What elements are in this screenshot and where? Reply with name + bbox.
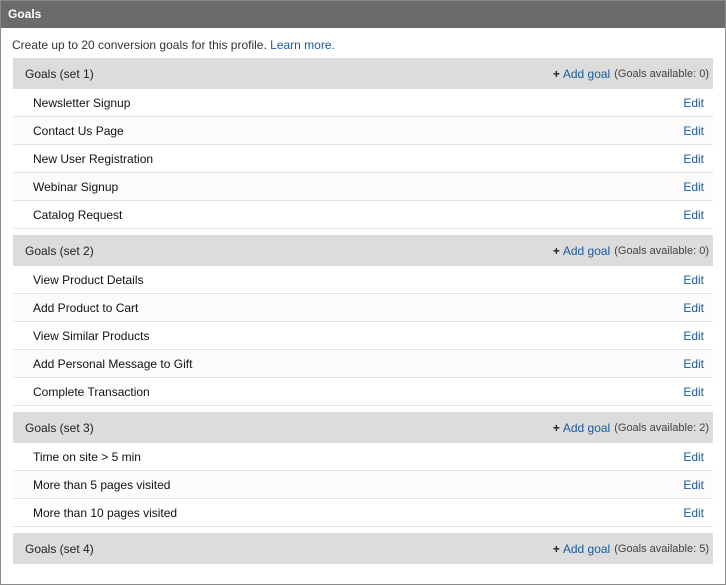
goal-row: View Product Details Edit: [13, 266, 713, 294]
goal-name: Catalog Request: [33, 207, 123, 222]
goal-row: Time on site > 5 min Edit: [13, 443, 713, 471]
goals-available-count: (Goals available: 0): [614, 67, 709, 80]
learn-more-link[interactable]: Learn more.: [270, 38, 335, 52]
goal-name: Contact Us Page: [33, 123, 124, 138]
goal-set-title: Goals (set 3): [25, 420, 94, 435]
add-goal-link[interactable]: Add goal: [563, 542, 610, 556]
plus-icon: +: [552, 420, 560, 435]
goal-row: New User Registration Edit: [13, 145, 713, 173]
add-goal-area: + Add goal (Goals available: 5): [553, 542, 709, 556]
edit-goal-link[interactable]: Edit: [683, 152, 704, 166]
edit-goal-link[interactable]: Edit: [683, 450, 704, 464]
edit-goal-link[interactable]: Edit: [683, 357, 704, 371]
goal-sets: Goals (set 1) + Add goal (Goals available: …: [1, 58, 725, 564]
goal-row: Complete Transaction Edit: [13, 378, 713, 406]
goal-set-header: Goals (set 3) + Add goal (Goals available: …: [13, 412, 713, 443]
intro-text: Create up to 20 conversion goals for thi…: [1, 28, 725, 58]
goal-set-header: Goals (set 1) + Add goal (Goals available: …: [13, 58, 713, 89]
goal-set: Goals (set 4) + Add goal (Goals available: …: [13, 533, 713, 564]
goal-set-title: Goals (set 4): [25, 541, 94, 556]
edit-goal-link[interactable]: Edit: [683, 180, 704, 194]
goal-name: Time on site > 5 min: [33, 449, 141, 464]
plus-icon: +: [552, 66, 560, 81]
goal-name: More than 10 pages visited: [33, 505, 178, 520]
goal-row: View Similar Products Edit: [13, 322, 713, 350]
goal-row: More than 5 pages visited Edit: [13, 471, 713, 499]
edit-goal-link[interactable]: Edit: [683, 124, 704, 138]
goal-row: Catalog Request Edit: [13, 201, 713, 229]
goal-name: View Product Details: [33, 272, 144, 287]
goal-set: Goals (set 1) + Add goal (Goals available: …: [13, 58, 713, 229]
goal-name: Add Product to Cart: [33, 300, 139, 315]
goal-name: View Similar Products: [33, 328, 150, 343]
goal-list: Newsletter Signup Edit Contact Us Page Edit…: [13, 89, 713, 229]
goal-set-header: Goals (set 4) + Add goal (Goals available: …: [13, 533, 713, 564]
goal-name: Add Personal Message to Gift: [33, 356, 193, 371]
goal-name: Complete Transaction: [33, 384, 150, 399]
plus-icon: +: [552, 541, 560, 556]
goals-available-count: (Goals available: 2): [614, 421, 709, 434]
add-goal-link[interactable]: Add goal: [563, 421, 610, 435]
edit-goal-link[interactable]: Edit: [683, 385, 704, 399]
add-goal-link[interactable]: Add goal: [563, 244, 610, 258]
edit-goal-link[interactable]: Edit: [683, 506, 704, 520]
add-goal-area: + Add goal (Goals available: 2): [553, 421, 709, 435]
goal-row: More than 10 pages visited Edit: [13, 499, 713, 527]
goal-list: Time on site > 5 min Edit More than 5 page…: [13, 443, 713, 527]
edit-goal-link[interactable]: Edit: [683, 329, 704, 343]
add-goal-link[interactable]: Add goal: [563, 67, 610, 81]
edit-goal-link[interactable]: Edit: [683, 208, 704, 222]
goal-set: Goals (set 2) + Add goal (Goals available: …: [13, 235, 713, 406]
add-goal-area: + Add goal (Goals available: 0): [553, 244, 709, 258]
goal-name: New User Registration: [33, 151, 154, 166]
goals-available-count: (Goals available: 5): [614, 542, 709, 555]
goal-set-header: Goals (set 2) + Add goal (Goals available: …: [13, 235, 713, 266]
goal-set-title: Goals (set 2): [25, 243, 94, 258]
edit-goal-link[interactable]: Edit: [683, 301, 704, 315]
goal-list: View Product Details Edit Add Product to C…: [13, 266, 713, 406]
edit-goal-link[interactable]: Edit: [683, 273, 704, 287]
goal-name: Webinar Signup: [33, 179, 119, 194]
panel-title: Goals: [1, 1, 725, 28]
edit-goal-link[interactable]: Edit: [683, 96, 704, 110]
goal-set: Goals (set 3) + Add goal (Goals available: …: [13, 412, 713, 527]
goal-set-title: Goals (set 1): [25, 66, 94, 81]
intro-description: Create up to 20 conversion goals for thi…: [12, 38, 267, 52]
goal-row: Newsletter Signup Edit: [13, 89, 713, 117]
goal-row: Add Personal Message to Gift Edit: [13, 350, 713, 378]
goal-row: Contact Us Page Edit: [13, 117, 713, 145]
add-goal-area: + Add goal (Goals available: 0): [553, 67, 709, 81]
plus-icon: +: [552, 243, 560, 258]
goal-row: Webinar Signup Edit: [13, 173, 713, 201]
goal-name: More than 5 pages visited: [33, 477, 171, 492]
goal-row: Add Product to Cart Edit: [13, 294, 713, 322]
goal-name: Newsletter Signup: [33, 95, 131, 110]
goals-available-count: (Goals available: 0): [614, 244, 709, 257]
edit-goal-link[interactable]: Edit: [683, 478, 704, 492]
goals-panel: Goals Create up to 20 conversion goals f…: [0, 0, 726, 585]
